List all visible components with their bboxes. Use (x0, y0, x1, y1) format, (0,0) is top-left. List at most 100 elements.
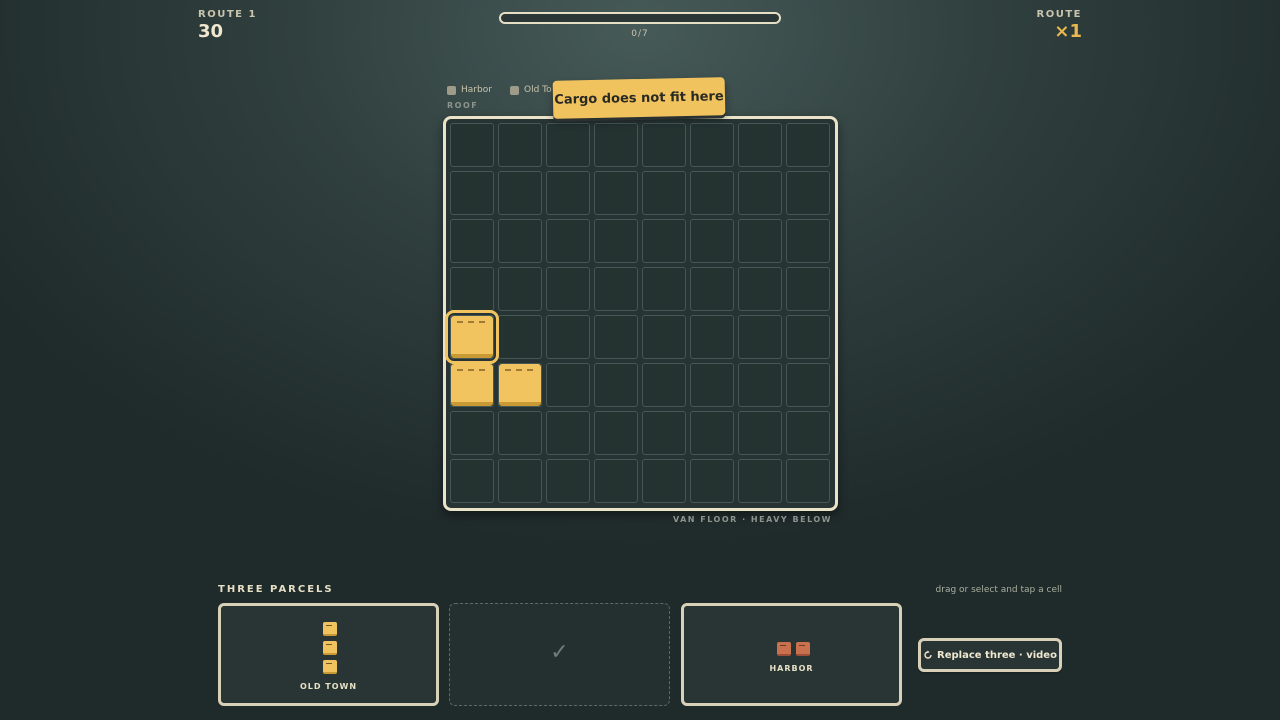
grid-cell[interactable] (594, 123, 638, 167)
legend-swatch (510, 85, 519, 95)
route-label: ROUTE 1 (198, 9, 257, 20)
placed-crate[interactable] (451, 364, 493, 406)
cargo-grid-board (443, 116, 838, 511)
grid-cell[interactable] (498, 219, 542, 263)
grid-cell[interactable] (642, 411, 686, 455)
grid-cell[interactable] (738, 171, 782, 215)
grid-cell[interactable] (498, 267, 542, 311)
grid-cell[interactable] (498, 171, 542, 215)
grid-cell[interactable] (786, 171, 830, 215)
grid-cell[interactable] (594, 411, 638, 455)
legend-harbor: Harbor (447, 85, 492, 95)
grid-cell[interactable] (786, 267, 830, 311)
grid-cell[interactable] (498, 459, 542, 503)
grid-cell[interactable] (594, 363, 638, 407)
legend-label: Old To (524, 85, 552, 95)
toast-message: Cargo does not fit here (552, 77, 726, 119)
grid-cell[interactable] (642, 459, 686, 503)
parcel-block (323, 641, 337, 655)
parcel-label: HARBOR (769, 664, 814, 673)
grid-cell[interactable] (450, 411, 494, 455)
grid-cell[interactable] (594, 315, 638, 359)
progress-text: 0/7 (631, 29, 649, 39)
grid-cell[interactable] (450, 123, 494, 167)
route-score: ROUTE 1 30 (198, 9, 257, 42)
score-value: 30 (198, 21, 224, 42)
parcel-block (323, 660, 337, 674)
grid-cell[interactable] (690, 219, 734, 263)
selected-crate[interactable] (445, 310, 499, 364)
grid-cell[interactable] (642, 363, 686, 407)
parcel-block (796, 642, 810, 656)
grid-cell[interactable] (690, 363, 734, 407)
grid-cell[interactable] (594, 171, 638, 215)
crate-tape (505, 369, 533, 371)
grid-cell[interactable] (450, 171, 494, 215)
grid-cell[interactable] (786, 219, 830, 263)
grid-cell[interactable] (450, 219, 494, 263)
grid-cell[interactable] (642, 123, 686, 167)
refresh-icon (924, 650, 932, 659)
progress-bar (499, 12, 781, 24)
grid-cell[interactable] (594, 219, 638, 263)
tray-hint: drag or select and tap a cell (935, 585, 1062, 595)
grid-cell[interactable] (546, 171, 590, 215)
grid-cell[interactable] (642, 267, 686, 311)
tray-title: THREE PARCELS (218, 584, 334, 595)
parcel-card-harbor[interactable]: HARBOR (681, 603, 902, 706)
parcel-slot-placed: ✓ (449, 603, 670, 706)
roof-label: ROOF (447, 101, 479, 110)
grid-cell[interactable] (690, 171, 734, 215)
grid-cell[interactable] (546, 363, 590, 407)
grid-cell[interactable] (690, 411, 734, 455)
grid-cell[interactable] (642, 219, 686, 263)
grid-cell[interactable] (738, 267, 782, 311)
grid-cell[interactable] (450, 267, 494, 311)
grid-cell[interactable] (546, 219, 590, 263)
grid-cell[interactable] (546, 123, 590, 167)
grid-cell[interactable] (738, 123, 782, 167)
replace-button-label: Replace three · video (937, 649, 1057, 661)
grid-cell[interactable] (786, 363, 830, 407)
parcel-block (323, 622, 337, 636)
grid-cell[interactable] (546, 267, 590, 311)
grid-cell[interactable] (498, 315, 542, 359)
grid-cell[interactable] (594, 267, 638, 311)
grid-cell[interactable] (786, 411, 830, 455)
grid-cell[interactable] (546, 315, 590, 359)
grid-cell[interactable] (738, 363, 782, 407)
grid-cell[interactable] (594, 459, 638, 503)
grid-cell[interactable] (738, 219, 782, 263)
grid-cell[interactable] (690, 459, 734, 503)
grid-cell[interactable] (786, 123, 830, 167)
check-icon: ✓ (550, 640, 569, 665)
grid-cell[interactable] (690, 315, 734, 359)
grid-cell[interactable] (690, 267, 734, 311)
grid-cell[interactable] (642, 171, 686, 215)
parcel-block (777, 642, 791, 656)
multiplier-value: ×1 (1054, 21, 1082, 42)
grid-cell[interactable] (690, 123, 734, 167)
grid-cell[interactable] (450, 459, 494, 503)
grid-cell[interactable] (546, 459, 590, 503)
grid-cell[interactable] (786, 459, 830, 503)
grid-cell[interactable] (498, 411, 542, 455)
placed-crate[interactable] (499, 364, 541, 406)
legend-old-town: Old To (510, 85, 552, 95)
parcel-card-old-town[interactable]: OLD TOWN (218, 603, 439, 706)
cargo-grid (445, 123, 831, 504)
crate-tape (457, 369, 485, 371)
route-multiplier-label: ROUTE (1036, 9, 1082, 20)
legend-swatch (447, 85, 456, 95)
grid-cell[interactable] (738, 459, 782, 503)
legend-label: Harbor (461, 85, 492, 95)
route-multiplier: ROUTE ×1 (1037, 9, 1082, 42)
grid-cell[interactable] (498, 123, 542, 167)
grid-cell[interactable] (738, 315, 782, 359)
parcel-label: OLD TOWN (299, 682, 358, 691)
grid-cell[interactable] (546, 411, 590, 455)
grid-cell[interactable] (738, 411, 782, 455)
grid-cell[interactable] (642, 315, 686, 359)
replace-parcels-button[interactable]: Replace three · video (918, 638, 1062, 672)
grid-cell[interactable] (786, 315, 830, 359)
